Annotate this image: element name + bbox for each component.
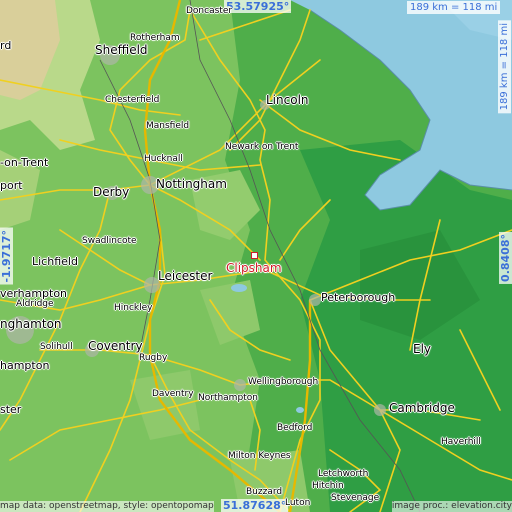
place-luton: Luton <box>285 498 311 508</box>
scale-horizontal: 189 km = 118 mi <box>407 1 501 14</box>
place-stevenage: Stevenage <box>331 493 380 503</box>
place-cambridge: Cambridge <box>389 401 455 415</box>
place-hinckley: Hinckley <box>114 303 153 313</box>
place-peterborough: Peterborough <box>321 291 396 304</box>
place-newark: Newark on Trent <box>225 142 299 152</box>
image-proc-credit: image proc.: elevation.city <box>391 501 512 512</box>
place-doncaster: Doncaster <box>186 6 233 16</box>
place-leicester: Leicester <box>158 269 213 283</box>
place-bedford: Bedford <box>277 423 313 433</box>
place-nottingham: Nottingham <box>156 177 227 191</box>
place-northampton: Northampton <box>198 393 258 403</box>
place-aldridge: Aldridge <box>16 299 54 309</box>
focus-location-marker[interactable] <box>251 252 258 259</box>
place-focus-label: Clipsham <box>226 261 282 275</box>
place-milton-keynes: Milton Keynes <box>228 451 291 461</box>
place-ely: Ely <box>413 342 432 356</box>
place-hampton: hampton <box>0 359 50 372</box>
place-letchworth: Letchworth <box>318 469 369 479</box>
place-buzzard: Buzzard <box>246 487 283 497</box>
place-lincoln: Lincoln <box>266 93 309 107</box>
place-coventry: Coventry <box>88 339 143 353</box>
place-sheffield: Sheffield <box>95 43 148 57</box>
place-chesterfield: Chesterfield <box>105 95 160 105</box>
place-lichfield: Lichfield <box>32 255 78 268</box>
place-nghamton: nghamton <box>0 317 62 331</box>
place-daventry: Daventry <box>152 389 194 399</box>
latitude-bottom-readout: 51.87628° <box>221 499 289 512</box>
place-rd: rd <box>0 39 12 52</box>
place-rugby: Rugby <box>139 353 168 363</box>
place-ster: ster <box>0 403 22 416</box>
latitude-top-readout: 53.57925° <box>224 0 292 13</box>
place-on-trent: -on-Trent <box>0 156 49 169</box>
place-mansfield: Mansfield <box>146 121 190 131</box>
scale-vertical: 189 km = 118 mi <box>498 20 511 114</box>
place-rotherham: Rotherham <box>130 33 180 43</box>
place-derby: Derby <box>93 185 130 199</box>
map-data-credit: map data: openstreetmap, style: opentopo… <box>0 501 214 512</box>
place-swadlincote: Swadlincote <box>82 236 137 246</box>
place-wellingborough: Wellingborough <box>248 377 319 387</box>
place-port: port <box>0 179 23 192</box>
place-hucknall: Hucknall <box>144 154 183 164</box>
longitude-left-readout: -1.9717° <box>0 228 13 285</box>
place-hitchin: Hitchin <box>312 481 344 491</box>
longitude-right-readout: 0.8408° <box>499 232 512 284</box>
place-haverhill: Haverhill <box>441 437 481 447</box>
place-solihull: Solihull <box>40 342 73 352</box>
